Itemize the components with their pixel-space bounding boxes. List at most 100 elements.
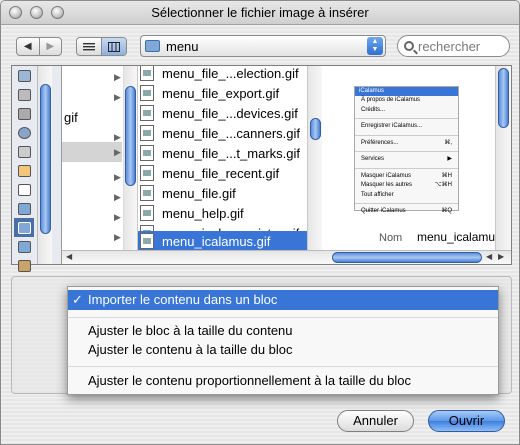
preview-scrollbar[interactable] [495,66,511,251]
menu-item-import-in-frame[interactable]: ✓ Importer le contenu dans un bloc [68,290,498,310]
close-window-icon[interactable] [9,6,22,19]
disclosure-arrow-icon: ▶ [114,192,121,202]
minimize-window-icon[interactable] [30,6,43,19]
applications-icon[interactable] [14,161,34,180]
open-button[interactable]: Ouvrir [428,410,505,432]
file-name: menu_file_...t_marks.gif [162,145,301,161]
file-name: menu_file_...election.gif [162,66,299,81]
scroll-right-icon[interactable]: ▶ [498,252,504,261]
parent-selected-row[interactable] [62,142,122,162]
scroll-left-icon[interactable]: ◀ [66,252,72,261]
gif-file-icon [140,85,154,101]
back-forward-control: ◀ ▶ [16,37,62,56]
gif-file-icon [140,105,154,121]
location-popup[interactable]: menu ▲ ▼ [140,35,386,57]
file-name: menu_file.gif [162,185,236,201]
menu-item-fit-frame-to-content[interactable]: Ajuster le bloc à la taille du contenu [68,321,498,341]
file-row[interactable]: menu_file_...t_marks.gif [140,143,320,163]
home-icon[interactable] [14,256,34,275]
file-name: menu_file_recent.gif [162,165,280,181]
preview-pane: iCalamus À propos de iCalamus Crédits...… [324,66,497,251]
preview-menu-item: À propos de iCalamus [361,97,421,103]
preview-image: iCalamus À propos de iCalamus Crédits...… [354,86,459,214]
preview-menu-item: Préférences... ⌘, [361,139,452,146]
preview-menu-item: Services ▶ [361,156,452,162]
disclosure-arrow-icon: ▶ [114,72,121,82]
scroll-thumb[interactable] [498,68,509,128]
menu-separator [68,317,498,318]
parent-column: ▶ ▶ gif ▶ ▶ ▶ ▶ ▶ ▶ [62,66,122,251]
back-button[interactable]: ◀ [17,38,39,55]
disclosure-arrow-icon: ▶ [114,232,121,242]
menu-item-label: Ajuster le bloc à la taille du contenu [88,323,293,338]
search-icon [404,41,414,51]
search-input[interactable] [418,38,506,54]
forward-arrow-icon: ▶ [46,41,55,52]
sidebar-icons [14,66,36,275]
gif-file-icon [140,205,154,221]
parent-item-fragment[interactable]: gif [64,110,78,125]
preview-menu-item: Crédits... [361,106,386,113]
file-name: menu_help.gif [162,205,244,221]
file-row[interactable]: menu_file_recent.gif [140,163,320,183]
selected-file-row[interactable]: menu_icalamus.gif [138,231,320,251]
disclosure-arrow-icon: ▶ [114,172,121,182]
menu-item-label: Importer le contenu dans un bloc [88,292,278,307]
file-name: menu_icalamus.gif [162,233,271,249]
file-row[interactable]: menu_file_...election.gif [140,66,320,83]
sidebar-scrollbar[interactable] [37,66,52,264]
window-title: Sélectionner le fichier image à insérer [151,5,369,20]
file-name: menu_file_...devices.gif [162,105,298,121]
menu-item-fit-content-proportionally[interactable]: Ajuster le contenu proportionnellement à… [68,371,498,391]
checkmark-icon: ✓ [72,292,83,307]
column-view-icon [108,41,120,52]
column-view-button[interactable] [101,38,126,55]
import-mode-menu: ✓ Importer le contenu dans un bloc Ajust… [67,286,499,395]
zoom-window-icon[interactable] [51,6,64,19]
menu-item-label: Ajuster le contenu à la taille du bloc [88,342,293,357]
file-column: menu_file_...election.gif menu_file_expo… [123,66,323,251]
list-view-icon [83,42,95,50]
gif-file-icon [140,233,154,249]
preview-separator [355,165,458,169]
horizontal-scrollbar[interactable]: ◀ ◀ ▶ [62,250,511,264]
sidebar-scroll-thumb[interactable] [40,84,51,234]
preview-menu-item: Tout afficher [361,191,394,198]
file-row[interactable]: menu_file_export.gif [140,83,320,103]
disk-icon[interactable] [14,85,34,104]
gif-file-icon [140,165,154,181]
file-column-scrollbar[interactable] [307,66,322,251]
preview-menu-item: Quitter iCalamus ⌘Q [361,208,452,214]
file-open-dialog: Sélectionner le fichier image à insérer … [0,0,520,445]
scroll-thumb[interactable] [310,118,321,140]
location-value: menu [166,38,199,54]
file-column-left-scrollbar[interactable] [124,66,138,251]
computer-icon[interactable] [14,66,34,85]
scroll-left-icon[interactable]: ◀ [486,252,492,261]
horizontal-scroll-thumb[interactable] [332,252,482,263]
gif-file-icon [140,185,154,201]
disk-icon[interactable] [14,142,34,161]
file-row[interactable]: menu_help.gif [140,203,320,223]
network-icon[interactable] [14,123,34,142]
scroll-thumb[interactable] [125,86,136,186]
document-icon[interactable] [14,180,34,199]
menu-item-fit-content-to-frame[interactable]: Ajuster le contenu à la taille du bloc [68,340,498,360]
gif-file-icon [140,125,154,141]
file-row[interactable]: menu_file_...canners.gif [140,123,320,143]
disclosure-arrow-icon: ▶ [114,147,121,157]
disk-icon[interactable] [14,104,34,123]
folder-icon[interactable] [14,218,34,237]
forward-button[interactable]: ▶ [38,38,62,55]
file-row[interactable]: menu_file_...devices.gif [140,103,320,123]
list-view-button[interactable] [77,38,101,55]
cancel-button[interactable]: Annuler [337,410,414,432]
view-mode-control [76,37,127,56]
folder-icon[interactable] [14,199,34,218]
preview-separator [355,132,458,136]
menu-item-label: Ajuster le contenu proportionnellement à… [88,373,412,388]
folder-icon[interactable] [14,237,34,256]
sidebar [12,66,62,272]
file-row[interactable]: menu_file.gif [140,183,320,203]
folder-icon [145,40,160,52]
